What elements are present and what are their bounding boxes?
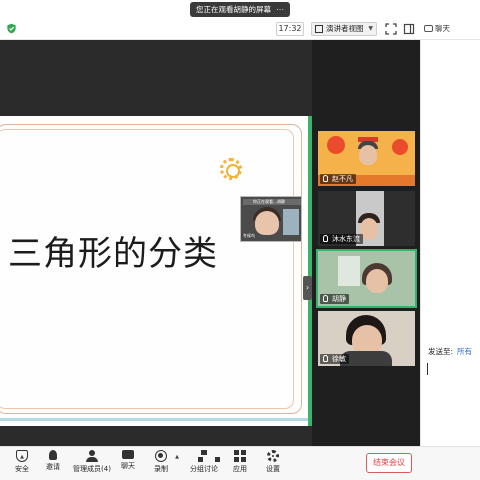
apps-grid-icon bbox=[234, 450, 246, 462]
breakout-rooms-button[interactable]: 分组讨论 bbox=[184, 450, 224, 478]
shield-check-icon[interactable] bbox=[6, 23, 17, 34]
more-options-icon[interactable]: ⋯ bbox=[276, 2, 284, 17]
microphone-icon bbox=[323, 295, 328, 302]
video-gallery: 赵不凡 沐水东流 胡静 徐敏 bbox=[312, 40, 420, 446]
sun-decoration-icon bbox=[220, 158, 242, 180]
video-tile[interactable]: 沐水东流 bbox=[318, 191, 415, 246]
meeting-controls-bar: ▲ 安全 邀请 管理成员(4) 聊天 录制 ▲ 分组讨论 应用 设置 结束会议 bbox=[0, 446, 480, 480]
window-background bbox=[283, 209, 299, 235]
breakout-label: 分组讨论 bbox=[190, 465, 218, 473]
send-to-label: 发送至: bbox=[428, 347, 454, 356]
breakout-rooms-icon bbox=[198, 450, 220, 462]
participant-name: 徐敏 bbox=[332, 355, 346, 363]
screen-share-indicator[interactable]: 您正在观看胡静的屏幕 ⋯ bbox=[190, 2, 290, 17]
participant-name: 沐水东流 bbox=[332, 235, 360, 243]
chat-bubble-icon bbox=[122, 450, 134, 459]
participant-name: 胡静 bbox=[332, 295, 346, 303]
recipient-selector[interactable]: 所有 bbox=[457, 347, 472, 356]
video-tile[interactable]: 赵不凡 bbox=[318, 131, 415, 186]
participant-name: 赵不凡 bbox=[332, 175, 353, 183]
video-tile-active-speaker[interactable]: 胡静 bbox=[316, 249, 417, 308]
participant-name-label: 沐水东流 bbox=[320, 234, 363, 244]
slide-title: 三角形的分类 bbox=[8, 234, 218, 274]
panel-layout-icon[interactable] bbox=[403, 23, 415, 35]
participant-face bbox=[359, 145, 377, 165]
collapse-gallery-handle[interactable]: › bbox=[303, 276, 312, 300]
send-to-row: 发送至: 所有 bbox=[428, 346, 472, 357]
video-tile[interactable]: 徐敏 bbox=[318, 311, 415, 366]
record-icon bbox=[155, 450, 167, 462]
gear-icon bbox=[267, 450, 279, 462]
record-label: 录制 bbox=[154, 465, 168, 473]
chat-bubble-icon bbox=[424, 25, 433, 32]
participant-face bbox=[255, 211, 279, 235]
invite-button[interactable]: 邀请 bbox=[33, 450, 73, 478]
chat-panel: 发送至: 所有 bbox=[420, 40, 480, 446]
microphone-icon bbox=[323, 355, 328, 362]
microphone-icon bbox=[323, 175, 328, 182]
record-button[interactable]: 录制 ▲ bbox=[141, 450, 181, 478]
meeting-timer: 17:32 bbox=[276, 22, 304, 36]
manage-participants-button[interactable]: 管理成员(4) bbox=[71, 450, 113, 478]
participant-name-label: 徐敏 bbox=[320, 354, 349, 364]
fullscreen-icon[interactable] bbox=[385, 23, 397, 35]
presentation-slide: 三角形的分类 bbox=[0, 116, 312, 426]
chat-input-cursor[interactable] bbox=[427, 363, 428, 375]
chevron-down-icon: ▼ bbox=[368, 25, 373, 32]
floating-video-thumbnail[interactable]: 你正在观看…胡静 冬候鸟 bbox=[240, 196, 302, 242]
participants-label: 管理成员(4) bbox=[73, 465, 111, 473]
top-banner: 您正在观看胡静的屏幕 ⋯ bbox=[0, 0, 480, 18]
invite-label: 邀请 bbox=[46, 463, 60, 471]
mini-cam-name: 冬候鸟 bbox=[243, 233, 255, 238]
window-background bbox=[338, 256, 360, 286]
participant-name-label: 赵不凡 bbox=[320, 174, 356, 184]
settings-label: 设置 bbox=[266, 465, 280, 473]
participants-icon bbox=[86, 450, 98, 462]
invite-person-icon bbox=[49, 450, 57, 460]
shield-icon bbox=[16, 450, 28, 462]
mini-cam-header: 你正在观看…胡静 bbox=[243, 199, 301, 205]
slide-bottom-line bbox=[0, 418, 312, 421]
chat-panel-toggle[interactable]: 聊天 bbox=[423, 21, 479, 37]
end-meeting-button[interactable]: 结束会议 bbox=[366, 453, 412, 473]
microphone-icon bbox=[323, 235, 328, 242]
meeting-toolbar: 17:32 演讲者视图 ▼ 聊天 bbox=[0, 18, 480, 40]
settings-button[interactable]: 设置 bbox=[253, 450, 293, 478]
grid-view-icon bbox=[315, 25, 323, 33]
view-label: 演讲者视图 bbox=[326, 24, 364, 33]
share-status-text: 您正在观看胡静的屏幕 bbox=[196, 5, 271, 14]
participant-name-label: 胡静 bbox=[320, 294, 349, 304]
chevron-up-icon: ▲ bbox=[175, 454, 179, 460]
participant-face bbox=[366, 269, 388, 293]
shared-screen-stage: 三角形的分类 你正在观看…胡静 冬候鸟 › bbox=[0, 40, 312, 446]
chat-toggle-label: 聊天 bbox=[435, 24, 450, 33]
speaker-view-dropdown[interactable]: 演讲者视图 ▼ bbox=[311, 22, 377, 36]
